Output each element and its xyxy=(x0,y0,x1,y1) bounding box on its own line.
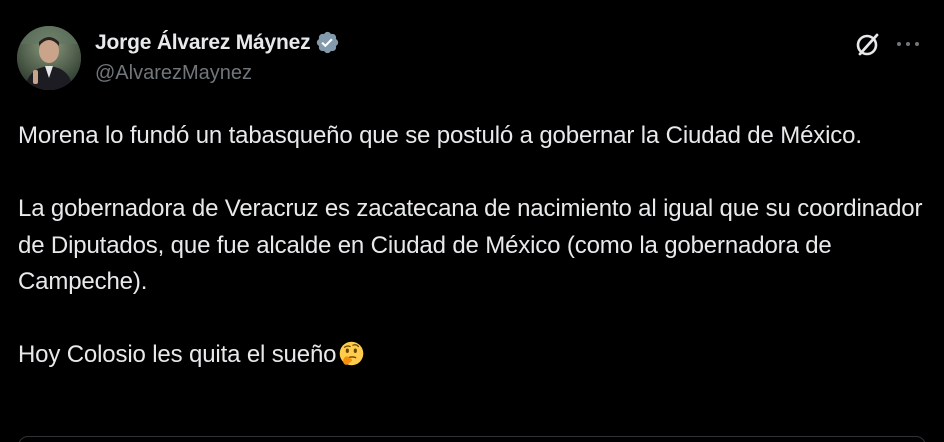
tweet-text: Morena lo fundó un tabasqueño que se pos… xyxy=(18,118,924,374)
author-name-row: Jorge Álvarez Máynez xyxy=(95,29,615,56)
verified-badge-icon[interactable] xyxy=(315,30,340,55)
tweet-paragraph-1: Morena lo fundó un tabasqueño que se pos… xyxy=(18,122,862,149)
author-handle[interactable]: @AlvarezMaynez xyxy=(95,62,615,85)
more-options-icon[interactable] xyxy=(895,33,921,55)
tweet-paragraph-3-text: Hoy Colosio les quita el sueño xyxy=(18,341,337,368)
avatar-image xyxy=(17,26,81,90)
embedded-card-edge[interactable] xyxy=(18,436,926,442)
author-block: Jorge Álvarez Máynez @AlvarezMaynez xyxy=(95,29,615,85)
tweet-paragraph-2: La gobernadora de Veracruz es zacatecana… xyxy=(18,195,923,295)
tweet-paragraph-3: Hoy Colosio les quita el sueño xyxy=(18,337,924,374)
tweet-post: Jorge Álvarez Máynez @AlvarezMaynez More… xyxy=(0,0,944,442)
avatar[interactable] xyxy=(17,26,81,90)
grok-icon[interactable] xyxy=(854,31,882,59)
author-display-name[interactable]: Jorge Álvarez Máynez xyxy=(95,31,311,55)
thinking-face-icon xyxy=(339,341,364,366)
